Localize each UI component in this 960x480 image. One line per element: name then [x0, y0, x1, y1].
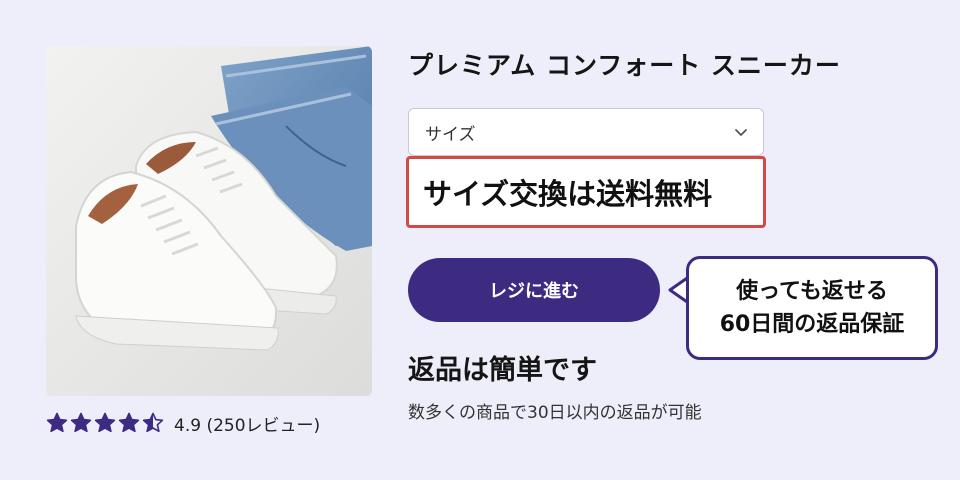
rating-text: 4.9 (250レビュー): [174, 415, 321, 436]
callout-line-2: 60日間の返品保証: [719, 312, 905, 337]
size-select[interactable]: サイズ: [408, 108, 764, 156]
star-full-icon: [118, 412, 140, 433]
callout-line-1: 使っても返せる: [736, 279, 888, 304]
product-title: プレミアム コンフォート スニーカー: [408, 51, 841, 80]
rating: 4.9 (250レビュー): [46, 410, 320, 436]
product-image: [46, 46, 372, 396]
star-full-icon: [70, 412, 92, 433]
rating-stars: [46, 412, 164, 434]
star-full-icon: [94, 412, 116, 433]
sneakers-image: [46, 46, 372, 396]
star-full-icon: [46, 412, 68, 433]
star-half-icon: [142, 412, 164, 433]
checkout-button[interactable]: レジに進む: [408, 258, 660, 322]
free-exchange-notice: サイズ交換は送料無料: [406, 156, 766, 228]
return-guarantee-callout: 使っても返せる 60日間の返品保証: [686, 256, 938, 360]
chevron-down-icon: [735, 129, 747, 136]
returns-subtext: 数多くの商品で30日以内の返品が可能: [408, 403, 702, 423]
size-select-value: サイズ: [425, 124, 476, 145]
free-exchange-text: サイズ交換は送料無料: [423, 177, 713, 211]
returns-heading: 返品は簡単です: [408, 355, 597, 386]
